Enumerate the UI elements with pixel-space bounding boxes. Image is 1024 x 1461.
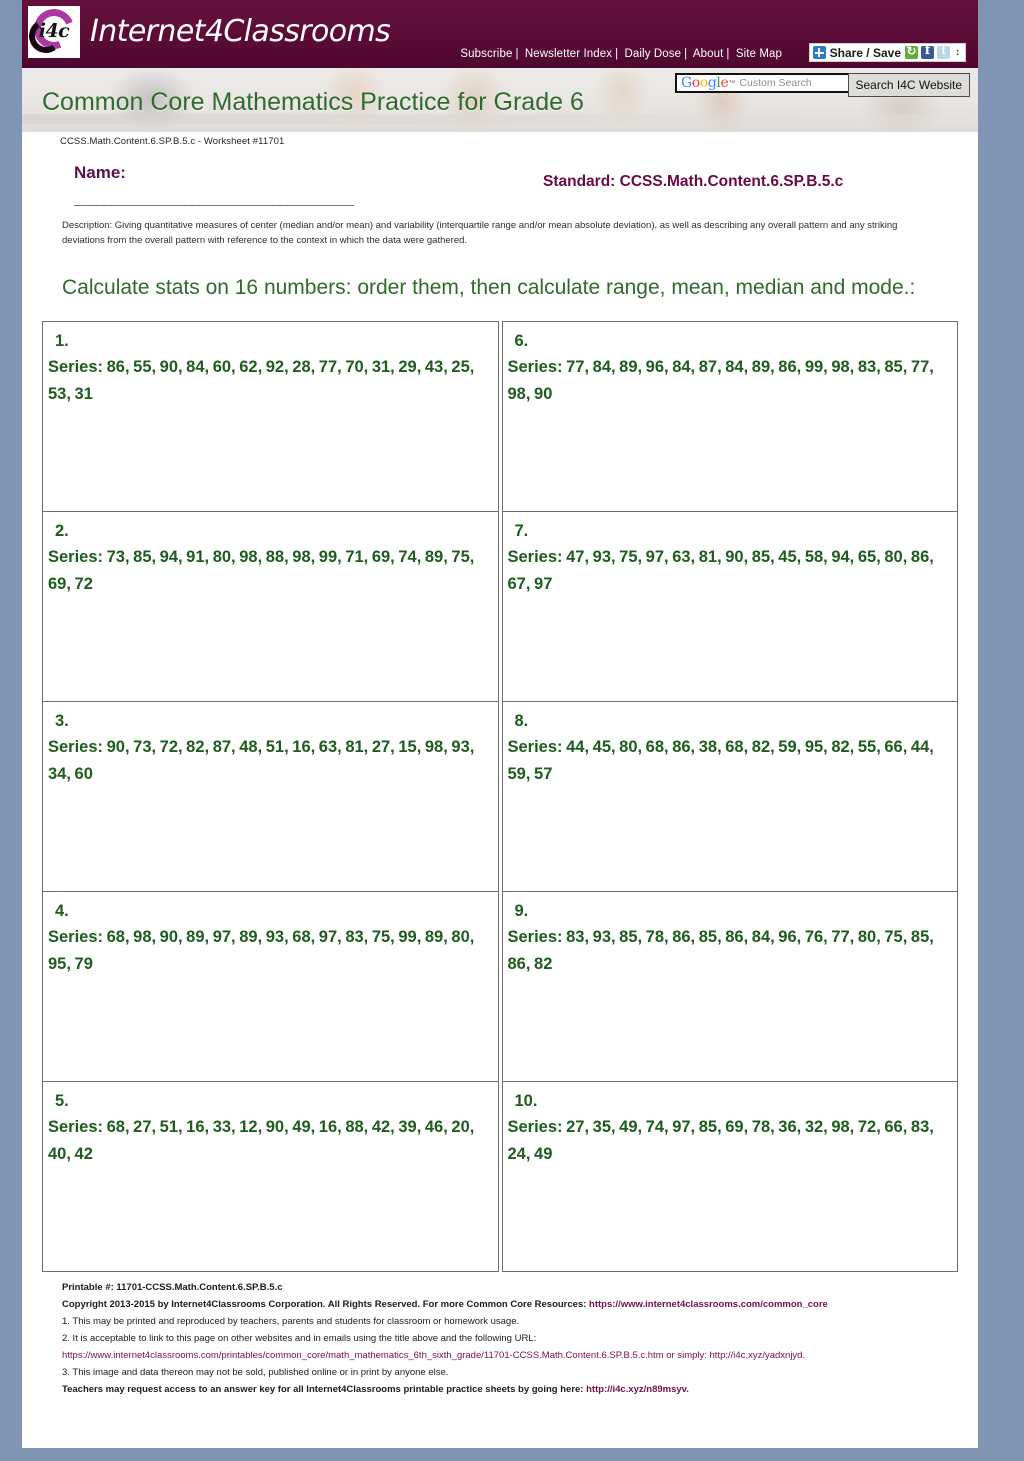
updown-arrows-icon[interactable]: ↕ [953,47,962,58]
nav-separator: | [726,48,730,60]
answer-key-link[interactable]: http://i4c.xyz/n89msyv. [586,1384,689,1395]
problem-number: 5. [55,1092,69,1111]
site-header: i4c Internet4Classrooms Subscribe | Newsl… [22,0,978,68]
problem-cell: 3. Series: 90, 73, 72, 82, 87, 48, 51, 1… [43,702,498,893]
problem-cell: 1. Series: 86, 55, 90, 84, 60, 62, 92, 2… [43,322,498,513]
problem-cell: 6. Series: 77, 84, 89, 96, 84, 87, 84, 8… [502,322,957,513]
standard-description: Description: Giving quantitative measure… [62,220,898,246]
logo-badge-text: i4c [38,20,70,42]
problem-cell: 7. Series: 47, 93, 75, 97, 63, 81, 90, 8… [502,512,957,703]
problem-cell: 5. Series: 68, 27, 51, 16, 33, 12, 90, 4… [43,1082,498,1273]
worksheet-body: CCSS.Math.Content.6.SP.B.5.c - Worksheet… [22,132,978,1409]
worksheet-id: CCSS.Math.Content.6.SP.B.5.c - Worksheet… [60,136,285,147]
page-frame: i4c Internet4Classrooms Subscribe | Newsl… [0,0,1024,1461]
copyright-text: Copyright 2013-2015 by Internet4Classroo… [62,1299,590,1311]
problem-number: 9. [514,902,529,921]
problems-grid: 1. Series: 86, 55, 90, 84, 60, 62, 92, 2… [38,321,962,1273]
page-title: Common Core Mathematics Practice for Gra… [42,88,584,116]
name-and-standard-row: Name: __________________________________… [38,147,962,209]
worksheet-footer: Printable #: 11701-CCSS.Math.Content.6.S… [38,1272,962,1408]
answer-key-text: Teachers may request access to an answer… [62,1383,587,1395]
problem-number: 7. [514,522,529,541]
problem-cell: 8. Series: 44, 45, 80, 68, 86, 38, 68, 8… [502,702,957,893]
problem-number: 8. [514,712,529,731]
footer-url-line[interactable]: https://www.internet4classrooms.com/prin… [62,1348,950,1365]
search-input[interactable]: Google ™ Custom Search [675,73,860,93]
nav-item-subscribe[interactable]: Subscribe [460,48,512,60]
problem-number: 4. [55,902,69,921]
page-banner: Google ™ Custom Search Search I4C Website… [22,68,978,132]
problem-series: Series: 27, 35, 49, 74, 97, 85, 69, 78, … [507,1118,934,1163]
google-logo-icon: Google [681,75,729,91]
worksheet-sheet: i4c Internet4Classrooms Subscribe | Newsl… [22,0,978,1448]
problem-cell: 9. Series: 83, 93, 85, 78, 86, 85, 86, 8… [502,892,957,1083]
copyright-line: Copyright 2013-2015 by Internet4Classroo… [62,1297,950,1314]
search-button[interactable]: Search I4C Website [847,73,970,97]
nav-item-newsletter-index[interactable]: Newsletter Index [525,48,612,60]
share-refresh-icon[interactable] [905,44,918,59]
nav-separator: | [684,48,688,60]
plus-icon [812,46,826,59]
problem-series: Series: 77, 84, 89, 96, 84, 87, 84, 89, … [507,358,934,403]
problem-number: 2. [55,522,69,541]
problem-number: 3. [55,712,69,731]
problem-series: Series: 47, 93, 75, 97, 63, 81, 90, 85, … [507,548,934,593]
worksheet-instructions: Calculate stats on 16 numbers: order the… [62,276,916,300]
i4c-logo-icon: i4c [28,6,80,58]
nav-item-daily-dose[interactable]: Daily Dose [624,48,681,60]
footer-note-3: 3. This image and data thereon may not b… [62,1366,449,1378]
footer-note-1: 1. This may be printed and reproduced by… [62,1316,520,1328]
standard-label: Standard: CCSS.Math.Content.6.SP.B.5.c [543,173,844,190]
nav-separator: | [615,48,619,60]
google-tm-mark: ™ [728,79,736,87]
search-placeholder: Custom Search [739,77,812,89]
twitter-icon[interactable] [937,43,950,59]
problem-series: Series: 90, 73, 72, 82, 87, 48, 51, 16, … [48,738,475,783]
problem-series: Series: 73, 85, 94, 91, 80, 98, 88, 98, … [48,548,475,593]
problem-cell: 10. Series: 27, 35, 49, 74, 97, 85, 69, … [502,1082,957,1273]
problem-number: 1. [55,332,69,351]
common-core-link[interactable]: https://www.internet4classrooms.com/comm… [589,1299,828,1310]
problems-column-left: 1. Series: 86, 55, 90, 84, 60, 62, 92, 2… [42,321,499,1273]
answer-key-line: Teachers may request access to an answer… [62,1382,950,1399]
top-navigation: Subscribe | Newsletter Index | Daily Dose |… [460,48,782,60]
problems-column-right: 6. Series: 77, 84, 89, 96, 84, 87, 84, 8… [501,321,958,1273]
problem-series: Series: 86, 55, 90, 84, 60, 62, 92, 28, … [48,358,475,403]
share-save-widget[interactable]: Share / Save ↕ [808,43,966,62]
problem-series: Series: 68, 27, 51, 16, 33, 12, 90, 49, … [48,1118,475,1163]
problem-number: 10. [514,1092,538,1111]
footer-note-2: 2. It is acceptable to link to this page… [62,1332,537,1344]
nav-separator: | [515,48,519,60]
name-blank-line: ______________________________________ [74,191,354,208]
nav-item-about[interactable]: About [693,48,724,60]
problem-series: Series: 68, 98, 90, 89, 97, 89, 93, 68, … [48,928,475,973]
site-logo-text: Internet4Classrooms [90,14,391,49]
name-label: Name: [74,163,126,182]
problem-number: 6. [514,332,529,351]
problem-cell: 4. Series: 68, 98, 90, 89, 97, 89, 93, 6… [43,892,498,1083]
problem-series: Series: 83, 93, 85, 78, 86, 85, 86, 84, … [507,928,934,973]
problem-cell: 2. Series: 73, 85, 94, 91, 80, 98, 88, 9… [43,512,498,703]
share-save-label: Share / Save [829,45,901,60]
facebook-icon[interactable] [921,43,934,59]
site-logo[interactable]: i4c Internet4Classrooms [28,6,391,58]
nav-item-site-map[interactable]: Site Map [736,48,782,60]
printable-number: Printable #: 11701-CCSS.Math.Content.6.S… [62,1282,283,1294]
problem-series: Series: 44, 45, 80, 68, 86, 38, 68, 82, … [507,738,934,783]
